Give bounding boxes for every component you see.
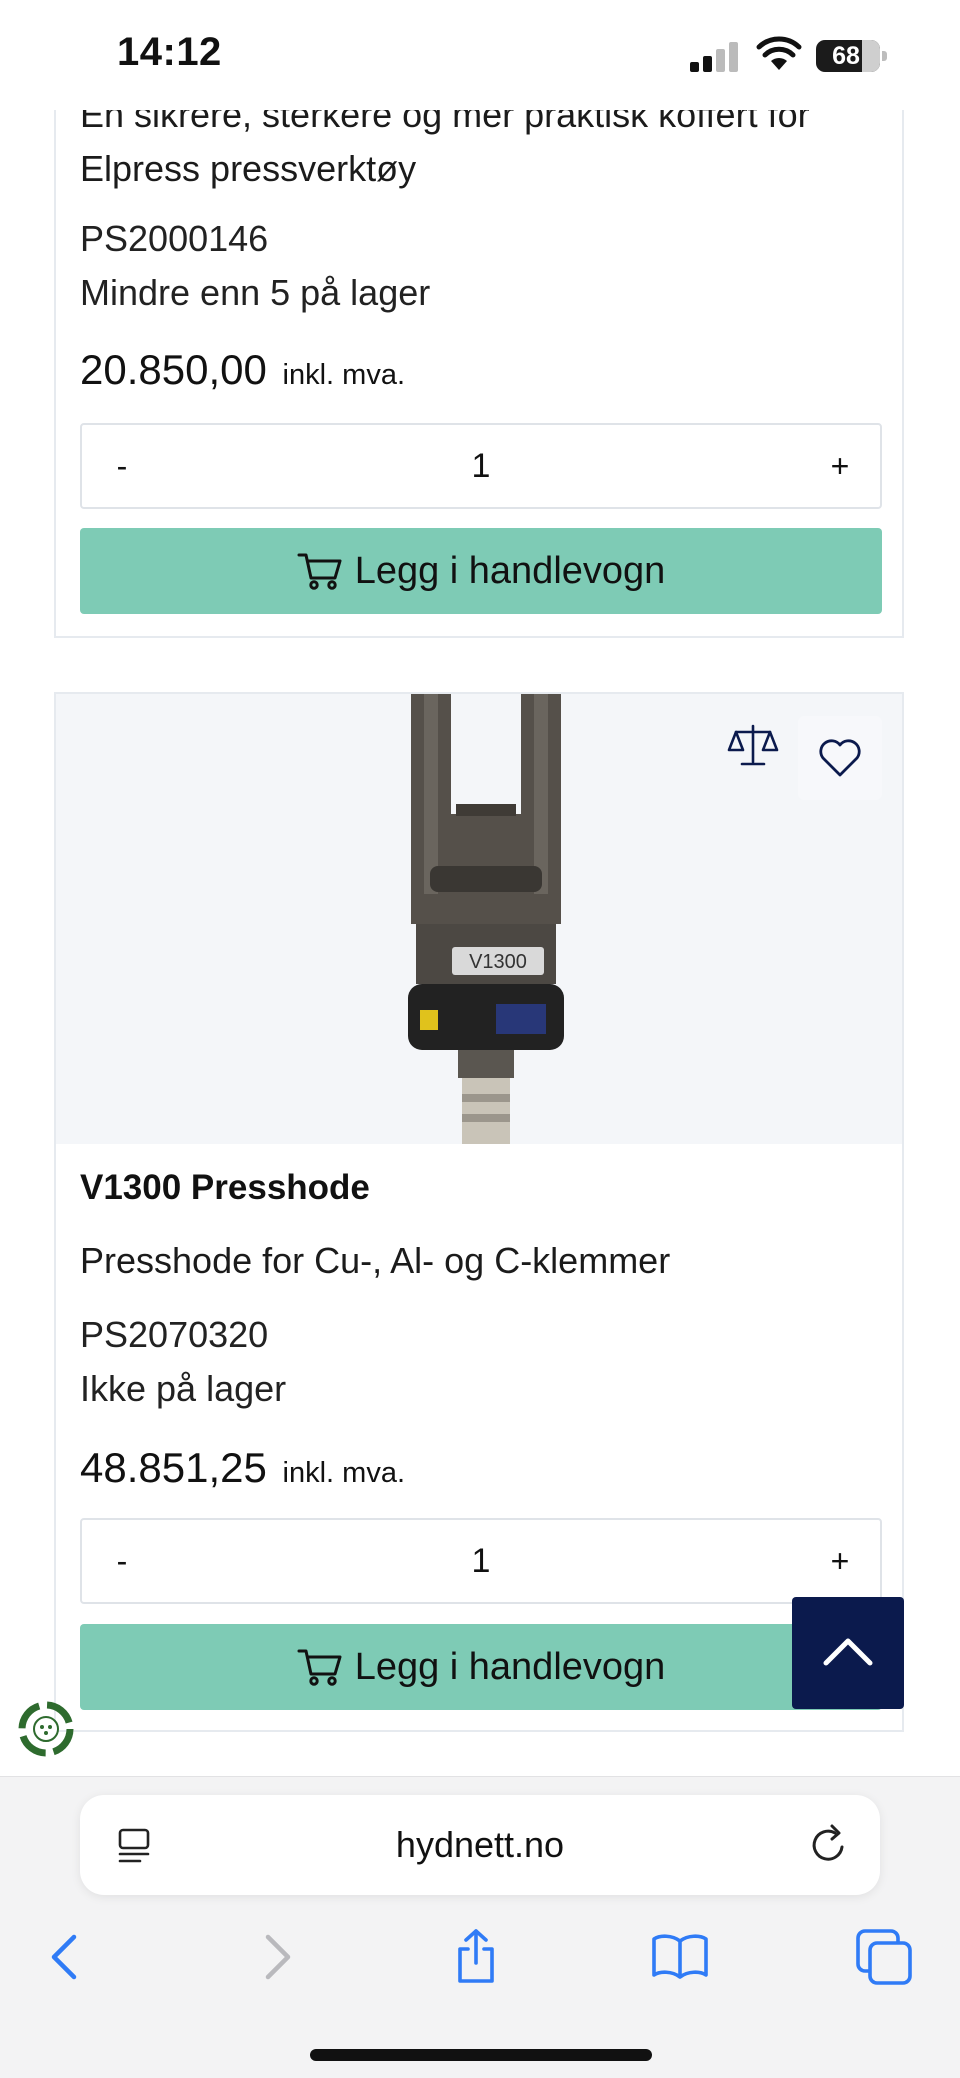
share-icon[interactable] xyxy=(446,1927,506,1987)
quantity-input[interactable]: 1 xyxy=(162,425,800,507)
decrease-quantity-button[interactable]: - xyxy=(82,1520,162,1602)
product-image[interactable]: V1300 xyxy=(56,694,902,1144)
product-description: Presshode for Cu-, Al- og C-klemmer xyxy=(80,1240,671,1281)
increase-quantity-button[interactable]: + xyxy=(800,1520,880,1602)
product-price: 48.851,25 inkl. mva. xyxy=(80,1444,405,1492)
quantity-stepper: - 1 + xyxy=(80,1518,882,1604)
product-card: V1300 V1300 Presshode Presshode for Cu-,… xyxy=(54,692,904,1732)
status-time: 14:12 xyxy=(117,30,222,74)
add-to-cart-button[interactable]: Legg i handlevogn xyxy=(80,528,882,614)
price-value: 48.851,25 xyxy=(80,1444,267,1491)
browser-toolbar: hydnett.no xyxy=(0,1776,960,2078)
add-to-cart-button[interactable]: Legg i handlevogn xyxy=(80,1624,882,1710)
compare-scale-icon[interactable] xyxy=(726,722,780,770)
quantity-input[interactable]: 1 xyxy=(162,1520,800,1602)
add-to-cart-label: Legg i handlevogn xyxy=(354,1645,666,1688)
cart-icon xyxy=(297,1649,342,1686)
price-value: 20.850,00 xyxy=(80,346,267,393)
url-text: hydnett.no xyxy=(395,1824,565,1865)
tabs-icon[interactable] xyxy=(854,1927,914,1987)
recycle-badge-icon[interactable] xyxy=(14,1697,78,1761)
home-indicator xyxy=(310,2049,652,2061)
quantity-stepper: - 1 + xyxy=(80,423,882,509)
product-title[interactable]: V1300 Presshode xyxy=(80,1168,370,1208)
heart-icon xyxy=(819,739,861,777)
price-vat-suffix: inkl. mva. xyxy=(282,359,406,391)
increase-quantity-button[interactable]: + xyxy=(800,425,880,507)
add-to-cart-label: Legg i handlevogn xyxy=(354,549,666,592)
cellular-signal-icon xyxy=(690,42,740,72)
stock-status: Mindre enn 5 på lager xyxy=(80,272,431,313)
product-card: En sikrere, sterkere og mer praktisk kof… xyxy=(54,40,904,638)
battery-level: 68 xyxy=(832,42,860,70)
press-head-image: V1300 xyxy=(408,694,564,1144)
chevron-up-icon xyxy=(823,1638,873,1666)
product-sku: PS2070320 xyxy=(80,1314,269,1355)
back-icon[interactable] xyxy=(36,1927,96,1987)
stock-status: Ikke på lager xyxy=(80,1368,287,1409)
scroll-to-top-button[interactable] xyxy=(792,1597,904,1709)
decrease-quantity-button[interactable]: - xyxy=(82,425,162,507)
battery-indicator: 68 xyxy=(816,40,888,72)
price-vat-suffix: inkl. mva. xyxy=(282,1457,406,1489)
wifi-icon xyxy=(756,36,802,70)
reload-icon[interactable] xyxy=(808,1823,850,1867)
address-bar[interactable]: hydnett.no xyxy=(80,1795,880,1895)
product-price: 20.850,00 inkl. mva. xyxy=(80,346,405,394)
forward-icon[interactable] xyxy=(246,1927,306,1987)
bookmarks-icon[interactable] xyxy=(650,1927,710,1987)
favorite-button[interactable] xyxy=(798,716,882,800)
press-head-label: V1300 xyxy=(469,951,527,973)
product-sku: PS2000146 xyxy=(80,218,269,259)
cart-icon xyxy=(297,553,342,590)
status-bar: 14:12 68 xyxy=(0,0,960,110)
product-description-line: Elpress pressverktøy xyxy=(80,148,417,189)
